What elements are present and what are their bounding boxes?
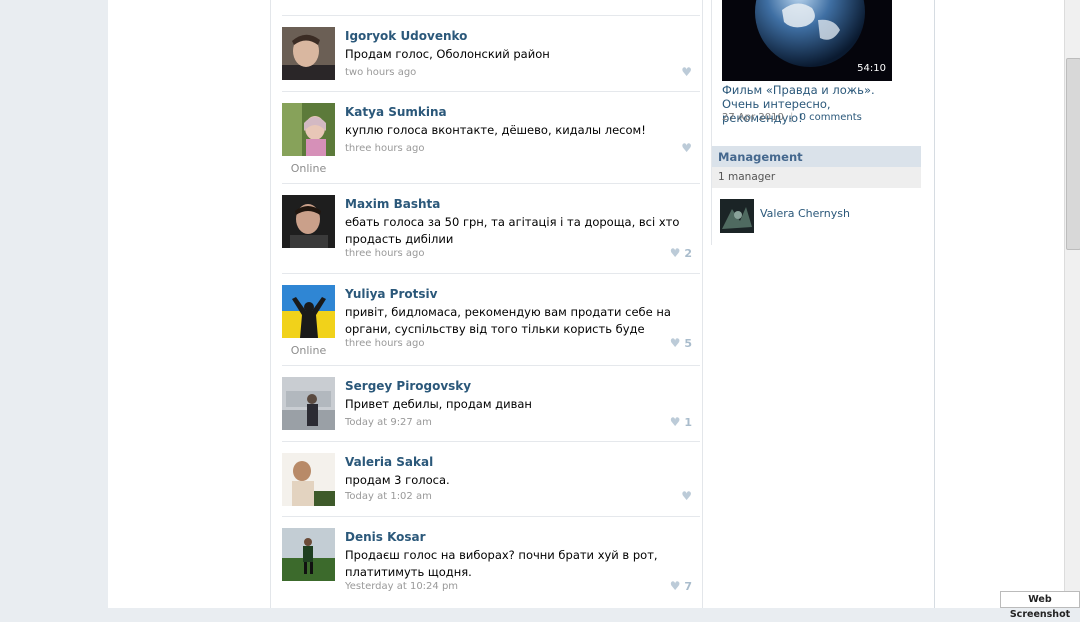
- post-text: привіт, бидломаса, рекомендую вам продат…: [345, 305, 671, 336]
- avatar[interactable]: [282, 27, 335, 80]
- post-text: куплю голоса вконтакте, дёшево, кидалы л…: [345, 123, 646, 137]
- like-count: 2: [684, 247, 692, 260]
- video-thumbnail[interactable]: 54:10: [722, 0, 892, 81]
- wall-post: Valeria Sakal продам 3 голоса. Today at …: [282, 441, 700, 517]
- wall-post: Online Yuliya Protsiv привіт, бидломаса,…: [282, 273, 700, 366]
- post-author[interactable]: Denis Kosar: [345, 530, 426, 544]
- video-meta: 27 Apr 2010 | 0 comments: [722, 112, 862, 123]
- video-duration: 54:10: [857, 63, 886, 74]
- sidebar-divider: [711, 0, 712, 245]
- like-count: 1: [684, 416, 692, 429]
- scrollbar-thumb[interactable]: [1066, 58, 1080, 250]
- heart-icon: ♥: [669, 415, 681, 429]
- like-button[interactable]: ♥: [681, 141, 692, 155]
- wall-post: Igoryok Udovenko Продам голос, Оболонски…: [282, 15, 700, 92]
- post-author[interactable]: Katya Sumkina: [345, 105, 447, 119]
- post-text: Привет дебилы, продам диван: [345, 397, 532, 411]
- management-count-bar: 1 manager: [712, 167, 921, 188]
- post-time[interactable]: three hours ago: [345, 338, 425, 349]
- heart-icon: ♥: [669, 246, 681, 260]
- avatar[interactable]: [282, 103, 335, 156]
- avatar[interactable]: [282, 528, 335, 581]
- post-author[interactable]: Valeria Sakal: [345, 455, 433, 469]
- watermark: Web Screenshot: [1000, 591, 1080, 620]
- avatar[interactable]: [282, 285, 335, 338]
- manager-name[interactable]: Valera Chernysh: [760, 207, 850, 220]
- wall-post: Maxim Bashta ебать голоса за 50 грн, та …: [282, 183, 700, 274]
- heart-icon: ♥: [669, 336, 681, 350]
- like-button[interactable]: ♥ 2: [670, 246, 692, 260]
- heart-icon: ♥: [681, 65, 692, 79]
- post-text: ебать голоса за 50 грн, та агітація і та…: [345, 215, 680, 246]
- online-status: Online: [290, 162, 327, 175]
- management-count: 1 manager: [718, 171, 776, 183]
- post-author[interactable]: Maxim Bashta: [345, 197, 440, 211]
- like-count: 7: [684, 580, 692, 593]
- post-time[interactable]: three hours ago: [345, 248, 425, 259]
- like-button[interactable]: ♥ 1: [670, 415, 692, 429]
- wall-post: Denis Kosar Продаєш голос на виборах? по…: [282, 516, 700, 607]
- post-time[interactable]: two hours ago: [345, 67, 416, 78]
- avatar[interactable]: [282, 195, 335, 248]
- post-author[interactable]: Sergey Pirogovsky: [345, 379, 471, 393]
- heart-icon: ♥: [669, 579, 681, 593]
- left-gutter: [0, 0, 108, 608]
- post-author[interactable]: Igoryok Udovenko: [345, 29, 467, 43]
- meta-separator: |: [790, 112, 794, 123]
- like-button[interactable]: ♥ 7: [670, 579, 692, 593]
- like-button[interactable]: ♥: [681, 65, 692, 79]
- wall-post: Sergey Pirogovsky Привет дебилы, продам …: [282, 365, 700, 442]
- manager-avatar[interactable]: [720, 199, 754, 233]
- video-comments-link[interactable]: 0 comments: [800, 112, 862, 123]
- post-time[interactable]: Yesterday at 10:24 pm: [345, 581, 458, 592]
- like-button[interactable]: ♥ 5: [670, 336, 692, 350]
- video-date: 27 Apr 2010: [722, 112, 784, 123]
- avatar[interactable]: [282, 453, 335, 506]
- like-button[interactable]: ♥: [681, 489, 692, 503]
- like-count: 5: [684, 337, 692, 350]
- post-text: Продам голос, Оболонский район: [345, 47, 550, 61]
- post-author[interactable]: Yuliya Protsiv: [345, 287, 437, 301]
- post-time[interactable]: Today at 1:02 am: [345, 491, 432, 502]
- online-status: Online: [290, 344, 327, 357]
- right-gutter: [934, 0, 1080, 608]
- management-title: Management: [718, 150, 803, 164]
- avatar[interactable]: [282, 377, 335, 430]
- post-text: продам 3 голоса.: [345, 473, 450, 487]
- post-time[interactable]: three hours ago: [345, 143, 425, 154]
- heart-icon: ♥: [681, 489, 692, 503]
- post-text: Продаєш голос на виборах? почни брати ху…: [345, 548, 658, 579]
- wall-post: Online Katya Sumkina куплю голоса вконта…: [282, 91, 700, 184]
- heart-icon: ♥: [681, 141, 692, 155]
- management-header[interactable]: Management: [712, 146, 921, 167]
- post-time[interactable]: Today at 9:27 am: [345, 417, 432, 428]
